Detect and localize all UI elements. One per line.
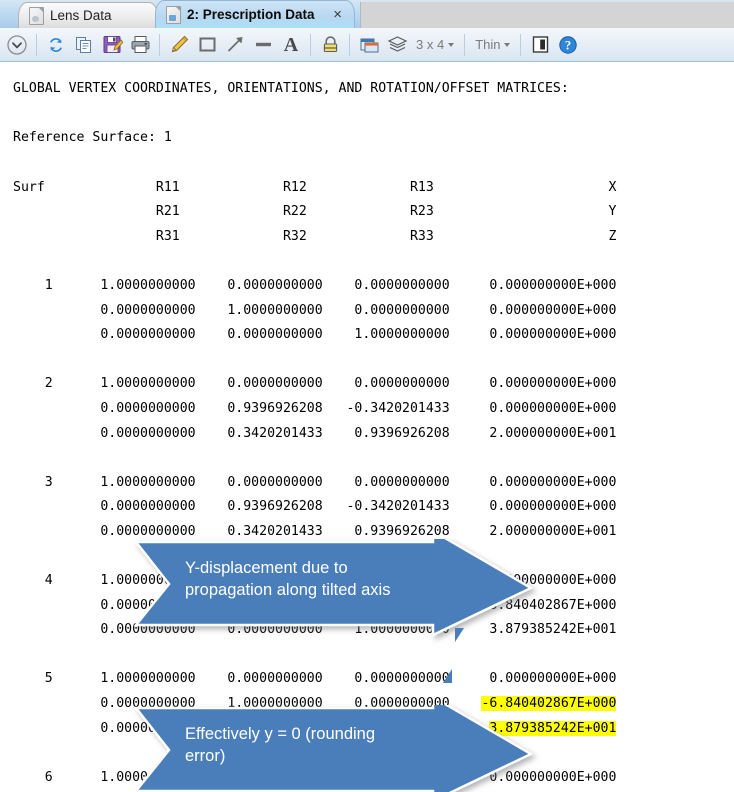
lock-button[interactable] bbox=[317, 32, 343, 58]
tab-prescription-data-label: 2: Prescription Data bbox=[187, 7, 315, 22]
chevron-down-icon bbox=[7, 34, 27, 55]
arrow-button[interactable] bbox=[222, 32, 248, 58]
text-button[interactable]: A bbox=[278, 32, 304, 58]
arrow-icon bbox=[227, 37, 242, 52]
annotation-arrow-2-label: Effectively y = 0 (rounding error) bbox=[185, 723, 485, 767]
layers-button[interactable] bbox=[384, 32, 410, 58]
grid-size-value: 3 x 4 bbox=[416, 37, 445, 52]
page-view-icon bbox=[532, 36, 549, 53]
annotation-tip-mark-top bbox=[455, 628, 464, 642]
document-icon bbox=[166, 5, 181, 24]
tab-lens-data-label: Lens Data bbox=[50, 8, 112, 23]
refresh-button[interactable] bbox=[43, 32, 69, 58]
expand-chevron-button[interactable] bbox=[4, 32, 30, 58]
help-button[interactable]: ? bbox=[555, 32, 581, 58]
prescription-data-text-pane[interactable]: GLOBAL VERTEX COORDINATES, ORIENTATIONS,… bbox=[0, 62, 734, 792]
toolbar: A 3 x 4 Thin ? bbox=[0, 28, 734, 62]
report-text: GLOBAL VERTEX COORDINATES, ORIENTATIONS,… bbox=[13, 81, 617, 785]
annotation-arrow-1-line1: Y-displacement due to bbox=[185, 559, 348, 577]
tab-lens-data[interactable]: Lens Data bbox=[18, 2, 158, 28]
annotation-arrow-2-line1: Effectively y = 0 (rounding bbox=[185, 725, 376, 743]
line-button[interactable] bbox=[250, 32, 276, 58]
window-button[interactable] bbox=[356, 32, 382, 58]
grid-size-dropdown[interactable]: 3 x 4 bbox=[412, 33, 458, 57]
toolbar-separator bbox=[36, 33, 37, 56]
save-icon bbox=[103, 36, 123, 53]
tab-bar-empty-area bbox=[360, 2, 734, 28]
copy-icon bbox=[76, 36, 91, 53]
refresh-icon bbox=[50, 37, 62, 52]
annotation-arrow-2: Effectively y = 0 (rounding error) bbox=[133, 705, 533, 792]
line-weight-value: Thin bbox=[475, 37, 501, 52]
copy-button[interactable] bbox=[71, 32, 97, 58]
pencil-icon bbox=[171, 35, 188, 53]
chevron-down-icon bbox=[448, 42, 455, 47]
annotation-arrow-2-line2: error) bbox=[185, 747, 226, 765]
page-view-button[interactable] bbox=[527, 32, 553, 58]
svg-text:?: ? bbox=[565, 38, 571, 52]
pencil-button[interactable] bbox=[166, 32, 192, 58]
save-button[interactable] bbox=[99, 32, 125, 58]
annotation-tip-mark-bottom bbox=[443, 669, 452, 683]
annotation-arrow-1-line2: propagation along tilted axis bbox=[185, 581, 391, 599]
help-icon: ? bbox=[559, 35, 578, 54]
line-icon bbox=[255, 42, 271, 47]
close-icon[interactable]: × bbox=[327, 7, 342, 22]
rectangle-button[interactable] bbox=[194, 32, 220, 58]
lock-icon bbox=[323, 35, 337, 52]
chevron-down-icon bbox=[504, 42, 511, 47]
toolbar-separator bbox=[464, 33, 466, 56]
print-icon bbox=[131, 36, 149, 53]
line-weight-dropdown[interactable]: Thin bbox=[471, 33, 514, 57]
annotation-arrow-1-label: Y-displacement due to propagation along … bbox=[185, 557, 485, 601]
toolbar-separator bbox=[310, 33, 311, 56]
annotation-arrow-1: Y-displacement due to propagation along … bbox=[133, 539, 533, 637]
toolbar-separator bbox=[349, 33, 350, 56]
text-icon: A bbox=[283, 33, 299, 56]
toolbar-separator bbox=[159, 33, 160, 56]
window-icon bbox=[360, 38, 378, 52]
rectangle-icon bbox=[199, 37, 215, 52]
layers-icon bbox=[387, 35, 407, 52]
tab-prescription-data[interactable]: 2: Prescription Data × bbox=[155, 0, 355, 28]
tab-bar: Lens Data 2: Prescription Data × bbox=[0, 0, 734, 28]
document-icon bbox=[29, 6, 44, 25]
toolbar-separator bbox=[520, 33, 522, 56]
print-button[interactable] bbox=[127, 32, 153, 58]
